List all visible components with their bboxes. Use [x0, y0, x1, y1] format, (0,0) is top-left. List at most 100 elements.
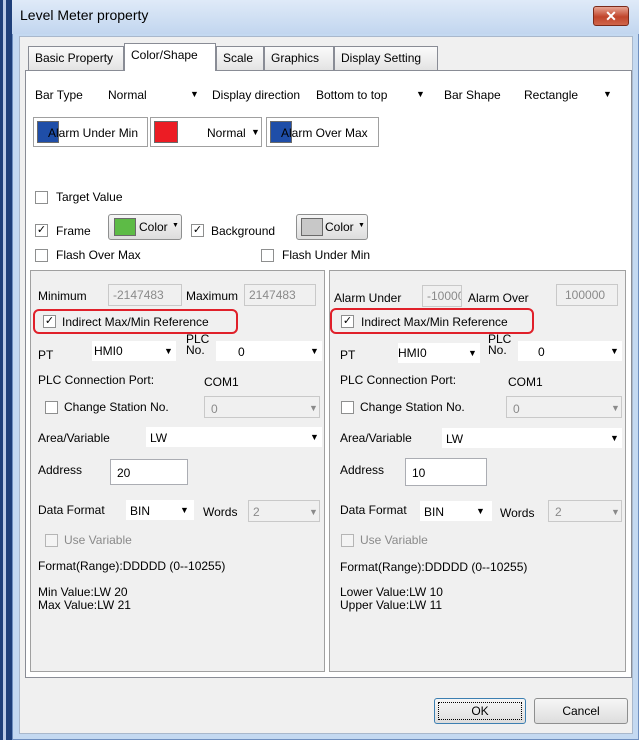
indirect-max-min-checkbox[interactable]: ✓ — [341, 315, 354, 328]
pt-value: HMI0 — [398, 346, 427, 360]
display-direction-select[interactable]: Bottom to top ▼ — [312, 85, 430, 105]
tab-display-setting[interactable]: Display Setting — [334, 46, 438, 70]
ok-button[interactable]: OK — [434, 698, 526, 724]
words-select[interactable]: 2 ▼ — [248, 500, 320, 522]
words-select[interactable]: 2 ▼ — [548, 500, 622, 522]
chevron-down-icon: ▼ — [180, 505, 189, 515]
indirect-max-min-label: Indirect Max/Min Reference — [62, 315, 209, 329]
plc-no-label: PLC No. — [186, 333, 209, 357]
background-color-button-label: Color — [325, 220, 354, 234]
use-variable-checkbox[interactable] — [341, 534, 354, 547]
normal-color-select[interactable]: Normal ▼ — [150, 117, 262, 147]
data-format-select[interactable]: BIN ▼ — [126, 500, 194, 520]
normal-color-swatch — [154, 121, 178, 143]
station-no-select[interactable]: 0 ▼ — [506, 396, 622, 418]
alarm-under-field[interactable]: -10000 — [422, 285, 462, 307]
minimum-field[interactable]: -2147483 — [108, 284, 182, 306]
change-station-checkbox[interactable] — [341, 401, 354, 414]
frame-color-button[interactable]: Color ▼ — [108, 214, 182, 240]
station-no-select[interactable]: 0 ▼ — [204, 396, 320, 418]
bar-type-select[interactable]: Normal ▼ — [104, 85, 202, 105]
pt-select[interactable]: HMI0 ▼ — [92, 341, 176, 361]
chevron-down-icon: ▼ — [468, 348, 477, 358]
tab-scale[interactable]: Scale — [216, 46, 264, 70]
indirect-max-min-checkbox[interactable]: ✓ — [43, 315, 56, 328]
plc-connection-port-label: PLC Connection Port: — [38, 373, 155, 387]
window-title: Level Meter property — [20, 7, 149, 23]
address-input[interactable]: 10 — [405, 458, 487, 486]
pt-select[interactable]: HMI0 ▼ — [398, 343, 480, 363]
chevron-down-icon: ▼ — [358, 222, 365, 229]
tab-basic-property[interactable]: Basic Property — [28, 46, 124, 70]
area-variable-value: LW — [446, 432, 464, 446]
flash-over-max-checkbox[interactable] — [35, 249, 48, 262]
chevron-down-icon: ▼ — [610, 346, 619, 356]
frame-checkbox[interactable]: ✓ — [35, 224, 48, 237]
background-window-edge-highlight — [3, 0, 6, 740]
address-label: Address — [340, 463, 385, 477]
flash-under-min-checkbox[interactable] — [261, 249, 274, 262]
bar-shape-value: Rectangle — [524, 88, 579, 102]
frame-color-button-label: Color — [139, 220, 168, 234]
bar-shape-select[interactable]: Rectangle ▼ — [520, 85, 616, 105]
target-value-checkbox[interactable] — [35, 191, 48, 204]
chevron-down-icon: ▼ — [310, 346, 319, 356]
plc-label-line-2: No. — [488, 343, 507, 357]
words-label: Words — [500, 506, 535, 520]
address-input[interactable]: 20 — [110, 459, 188, 485]
data-format-label: Data Format — [340, 503, 407, 517]
data-format-value: BIN — [424, 505, 445, 519]
display-direction-label: Display direction — [212, 88, 301, 102]
data-format-value: BIN — [130, 504, 151, 518]
background-checkbox[interactable]: ✓ — [191, 224, 204, 237]
tab-color-shape[interactable]: Color/Shape — [124, 43, 216, 71]
close-button[interactable]: ✕ — [593, 6, 629, 26]
data-format-select[interactable]: BIN ▼ — [420, 501, 492, 521]
words-value: 2 — [253, 505, 260, 519]
area-variable-select[interactable]: LW ▼ — [442, 428, 622, 448]
alarm-under-label: Alarm Under — [334, 291, 402, 305]
background-color-button[interactable]: Color ▼ — [296, 214, 368, 240]
plc-no-select[interactable]: 0 ▼ — [518, 341, 622, 361]
chevron-down-icon: ▼ — [251, 127, 260, 137]
station-no-value: 0 — [513, 402, 520, 416]
data-format-label: Data Format — [38, 503, 105, 517]
upper-value-text: Upper Value:LW 11 — [340, 598, 443, 612]
target-value-label: Target Value — [56, 190, 123, 204]
normal-color-label: Normal — [207, 126, 246, 140]
min-value-text: Min Value:LW 20 — [38, 585, 128, 599]
pt-label: PT — [340, 348, 356, 362]
cancel-button[interactable]: Cancel — [534, 698, 628, 724]
plc-connection-port-value: COM1 — [204, 375, 239, 389]
frame-color-swatch — [114, 218, 136, 236]
plc-connection-port-label: PLC Connection Port: — [340, 373, 457, 387]
area-variable-select[interactable]: LW ▼ — [146, 427, 322, 447]
use-variable-checkbox[interactable] — [45, 534, 58, 547]
lower-value-text: Lower Value:LW 10 — [340, 585, 443, 599]
max-value-text: Max Value:LW 21 — [38, 598, 131, 612]
area-variable-label: Area/Variable — [340, 431, 412, 445]
chevron-down-icon: ▼ — [416, 89, 425, 99]
plc-no-select[interactable]: 0 ▼ — [216, 341, 322, 361]
pt-value: HMI0 — [94, 344, 123, 358]
area-variable-label: Area/Variable — [38, 431, 110, 445]
change-station-checkbox[interactable] — [45, 401, 58, 414]
chevron-down-icon: ▼ — [190, 89, 199, 99]
background-window-edge — [0, 0, 12, 740]
display-direction-value: Bottom to top — [316, 88, 388, 102]
alarm-under-min-color-button[interactable]: Alarm Under Min — [33, 117, 148, 147]
ok-button-label: OK — [438, 702, 522, 720]
background-label: Background — [211, 224, 276, 238]
words-label: Words — [203, 505, 238, 519]
alarm-over-label: Alarm Over — [468, 291, 529, 305]
use-variable-label: Use Variable — [360, 533, 428, 547]
bar-type-label: Bar Type — [35, 88, 83, 102]
maximum-field[interactable]: 2147483 — [244, 284, 316, 306]
frame-label: Frame — [56, 224, 91, 238]
tab-graphics[interactable]: Graphics — [264, 46, 334, 70]
change-station-label: Change Station No. — [360, 400, 465, 414]
chevron-down-icon: ▼ — [310, 432, 319, 442]
plc-label-line-2: No. — [186, 343, 205, 357]
alarm-over-field[interactable]: 100000 — [556, 284, 618, 306]
alarm-over-max-color-button[interactable]: Alarm Over Max — [266, 117, 379, 147]
